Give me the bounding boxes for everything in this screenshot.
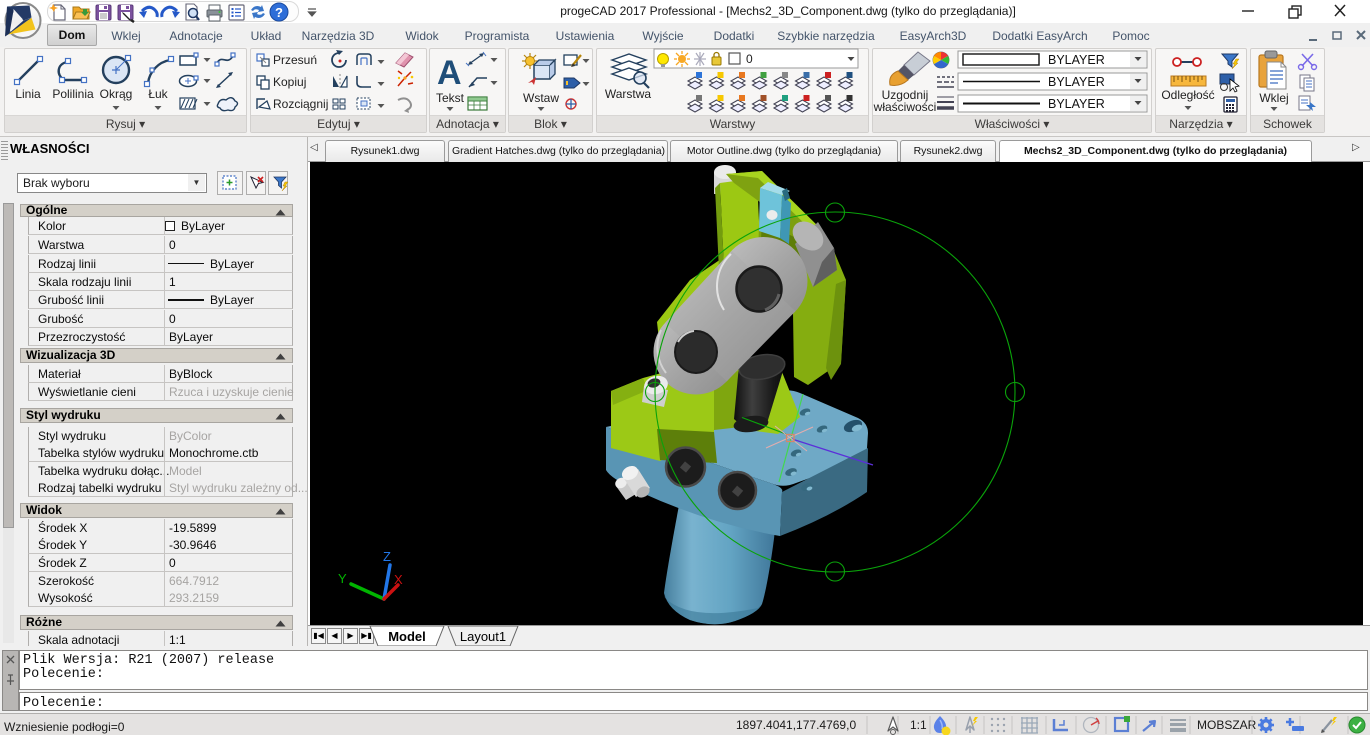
svg-text:Wstaw: Wstaw — [523, 91, 559, 105]
svg-text:Tekst: Tekst — [436, 91, 465, 105]
svg-text:Przesuń: Przesuń — [273, 53, 317, 67]
svg-text:Layout1: Layout1 — [460, 629, 506, 644]
svg-text:Łuk: Łuk — [148, 87, 168, 101]
svg-text:BYLAYER: BYLAYER — [1048, 75, 1105, 89]
svg-text:Linia: Linia — [15, 87, 41, 101]
svg-text:Rozciągnij: Rozciągnij — [273, 97, 328, 111]
svg-text:Okrąg: Okrąg — [100, 87, 133, 101]
svg-text:Kopiuj: Kopiuj — [273, 75, 306, 89]
svg-text:Polilinia: Polilinia — [52, 87, 94, 101]
svg-text:Model: Model — [388, 629, 426, 644]
svg-text:Wklej: Wklej — [1259, 91, 1288, 105]
svg-text:0: 0 — [746, 52, 753, 66]
svg-text:Z: Z — [383, 549, 391, 564]
svg-text:X: X — [394, 572, 403, 587]
svg-text:A: A — [437, 54, 462, 92]
svg-text:BYLAYER: BYLAYER — [1048, 53, 1105, 67]
svg-text:Odległość: Odległość — [1161, 88, 1214, 102]
svg-text:?: ? — [275, 5, 283, 20]
svg-text:Warstwa: Warstwa — [605, 87, 652, 101]
svg-text:BYLAYER: BYLAYER — [1048, 97, 1105, 111]
svg-text:Y: Y — [338, 571, 347, 586]
svg-text:właściwości: właściwości — [873, 100, 937, 114]
